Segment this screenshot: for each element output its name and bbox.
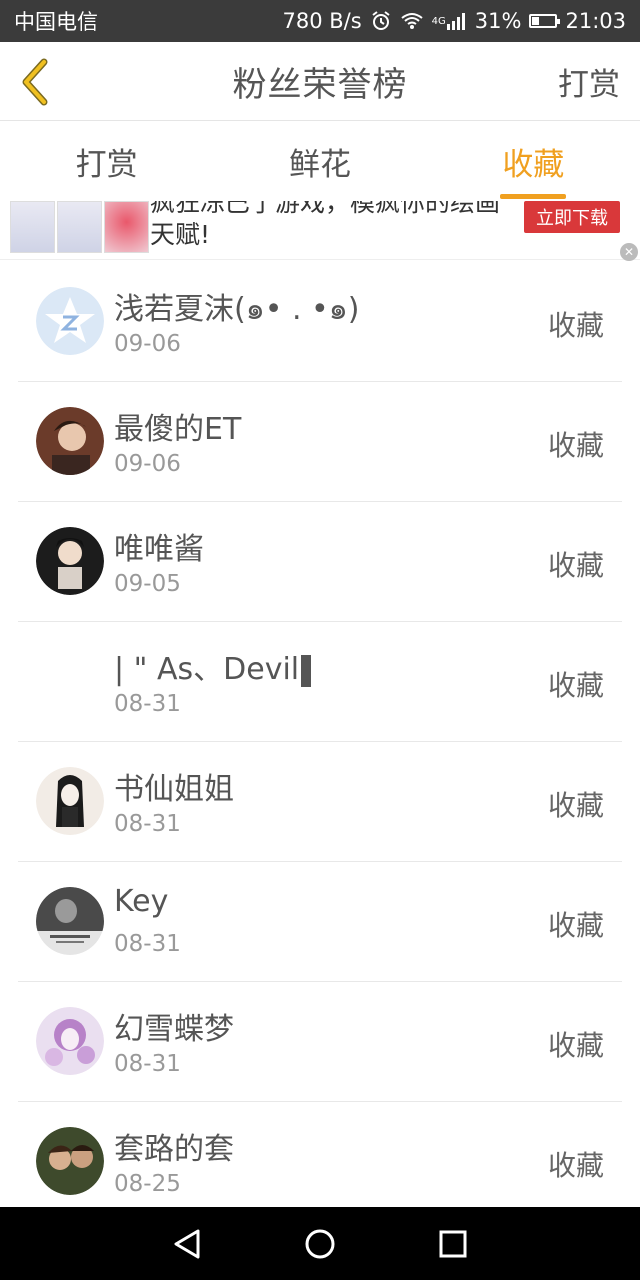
- ad-thumbnails: [10, 201, 149, 253]
- fan-list: 浅若夏沫(๑• . •๑) 09-06 收藏 最傻的ET 09-06 收藏 唯唯…: [0, 262, 640, 1222]
- triangle-back-icon: [174, 1229, 200, 1258]
- user-name: Key: [114, 884, 169, 919]
- user-name: 幻雪蝶梦: [114, 1012, 234, 1047]
- action-label: 收藏: [547, 309, 604, 342]
- nav-back-button[interactable]: [167, 1224, 207, 1264]
- clock: 21:03: [565, 9, 626, 33]
- net-speed: 780 B/s: [282, 9, 362, 33]
- no-avatar: [36, 647, 104, 715]
- photo-avatar: [36, 1127, 104, 1195]
- item-date: 09-06: [114, 331, 181, 357]
- list-item[interactable]: 最傻的ET 09-06 收藏: [18, 382, 622, 502]
- text-cursor-block: [301, 654, 312, 687]
- tab-favorites[interactable]: 收藏: [427, 121, 640, 201]
- user-name: 唯唯酱: [114, 532, 204, 567]
- nav-home-button[interactable]: [300, 1224, 340, 1264]
- list-item[interactable]: Key 08-31 收藏: [18, 862, 622, 982]
- network-tag: 4G: [431, 15, 446, 27]
- ad-banner[interactable]: 疯狂冻巴了游戏，模疯你的绘画 天赋! 立即下载: [0, 201, 640, 260]
- system-nav-bar: [0, 1207, 640, 1280]
- alarm-icon: [370, 10, 392, 32]
- ad-thumbnail: [57, 201, 102, 253]
- battery-icon: [529, 14, 561, 28]
- drawing-avatar: [36, 767, 104, 835]
- wifi-icon: [400, 12, 424, 30]
- user-name: | " As、Devil: [114, 644, 312, 688]
- action-label: 收藏: [547, 1029, 604, 1062]
- ad-close-icon[interactable]: ✕: [620, 243, 638, 261]
- chevron-left-icon: [22, 58, 48, 106]
- circle-home-icon: [305, 1229, 335, 1258]
- list-item[interactable]: 幻雪蝶梦 08-31 收藏: [18, 982, 622, 1102]
- list-item[interactable]: 唯唯酱 09-05 收藏: [18, 502, 622, 622]
- action-label: 收藏: [547, 549, 604, 582]
- signal-icon: 4G: [432, 12, 467, 30]
- back-button[interactable]: [10, 54, 60, 110]
- status-bar: 中国电信 780 B/s 4G 31% 21:03: [0, 0, 640, 42]
- item-date: 08-31: [114, 811, 181, 837]
- tab-reward[interactable]: 打赏: [0, 121, 213, 201]
- user-name: 书仙姐姐: [114, 772, 234, 807]
- action-label: 收藏: [547, 429, 604, 462]
- ad-download-button[interactable]: 立即下载: [524, 201, 620, 233]
- user-name: 套路的套: [114, 1132, 234, 1167]
- item-date: 09-06: [114, 451, 181, 477]
- ad-thumbnail: [10, 201, 55, 253]
- list-item[interactable]: 书仙姐姐 08-31 收藏: [18, 742, 622, 862]
- item-date: 09-05: [114, 571, 181, 597]
- page-title: 粉丝荣誉榜: [232, 64, 408, 105]
- action-label: 收藏: [547, 1149, 604, 1182]
- action-label: 收藏: [547, 789, 604, 822]
- action-label: 收藏: [547, 669, 604, 702]
- battery-percent: 31%: [474, 9, 522, 33]
- photo-avatar: [36, 527, 104, 595]
- photo-avatar: [36, 407, 104, 475]
- list-item[interactable]: 套路的套 08-25 收藏: [18, 1102, 622, 1222]
- list-item[interactable]: | " As、Devil 08-31 收藏: [18, 622, 622, 742]
- qq-star-icon: [36, 287, 104, 355]
- square-recents-icon: [439, 1230, 467, 1257]
- action-label: 收藏: [547, 909, 604, 942]
- item-date: 08-25: [114, 1171, 181, 1197]
- item-date: 08-31: [114, 931, 181, 957]
- photo-avatar: [36, 887, 104, 955]
- nav-recents-button[interactable]: [433, 1224, 473, 1264]
- user-name-text: | " As、Devil: [114, 652, 300, 687]
- carrier-label: 中国电信: [14, 10, 98, 34]
- item-date: 08-31: [114, 1051, 181, 1077]
- status-right: 780 B/s 4G 31% 21:03: [282, 9, 626, 33]
- drawing-avatar: [36, 1007, 104, 1075]
- tab-flowers[interactable]: 鲜花: [213, 121, 426, 201]
- ad-text-line2: 天赋!: [150, 220, 211, 249]
- tab-bar: 打赏 鲜花 收藏: [0, 121, 640, 201]
- ad-thumbnail: [104, 201, 149, 253]
- list-item[interactable]: 浅若夏沫(๑• . •๑) 09-06 收藏: [18, 262, 622, 382]
- user-name: 浅若夏沫(๑• . •๑): [114, 292, 360, 327]
- item-date: 08-31: [114, 691, 181, 717]
- reward-button[interactable]: 打赏: [558, 59, 620, 104]
- app-header: 粉丝荣誉榜 打赏: [0, 42, 640, 121]
- user-name: 最傻的ET: [114, 412, 242, 447]
